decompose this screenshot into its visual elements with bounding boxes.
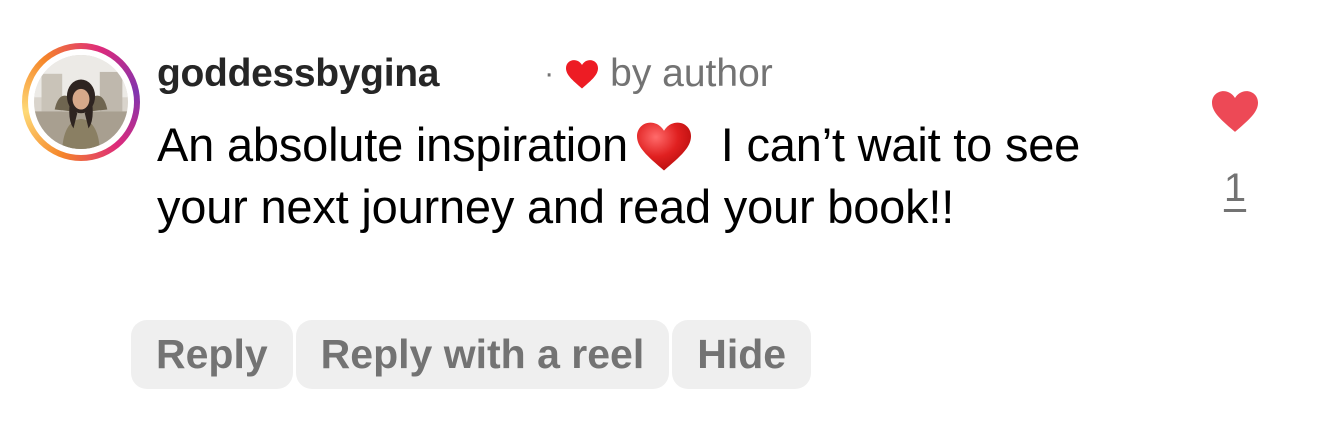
red-heart-emoji-icon	[636, 122, 691, 171]
username-link[interactable]: goddessbygina	[157, 52, 439, 96]
by-author-label: by author	[610, 52, 773, 95]
separator-dot: ·	[544, 57, 555, 90]
comment-actions: Reply Reply with a reel Hide	[131, 320, 812, 389]
avatar-gap	[28, 49, 134, 155]
like-count-link[interactable]: 1	[1224, 166, 1246, 211]
hide-button[interactable]: Hide	[672, 320, 812, 389]
heart-filled-icon[interactable]	[1209, 88, 1261, 134]
avatar[interactable]	[34, 55, 128, 149]
red-heart-icon	[566, 60, 599, 89]
comment-text-before-emoji: An absolute inspiration	[157, 118, 628, 171]
reply-with-reel-button[interactable]: Reply with a reel	[295, 320, 670, 389]
avatar-story-ring[interactable]	[22, 43, 140, 161]
comment-header: goddessbygina · by author	[157, 48, 773, 100]
reply-button[interactable]: Reply	[131, 320, 293, 389]
comment-text: An absolute inspiration I can’t wait to …	[157, 114, 1157, 238]
like-column: 1	[1203, 88, 1267, 211]
